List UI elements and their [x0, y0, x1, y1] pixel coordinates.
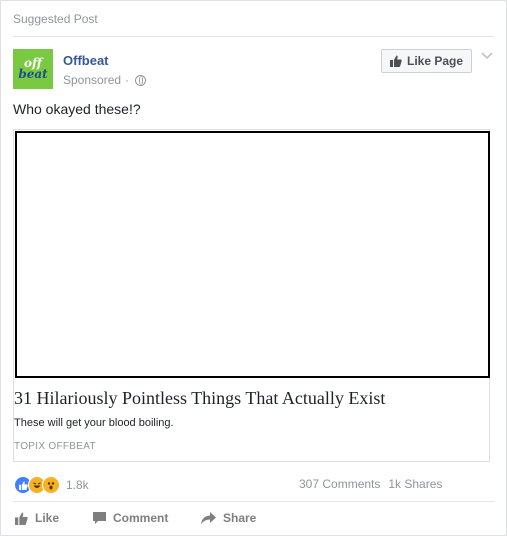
reactions-summary[interactable]: 1.8k: [14, 476, 89, 494]
post-text: Who okayed these!?: [13, 101, 141, 117]
engagement-counts: 307 Comments 1k Shares: [299, 477, 442, 491]
suggested-post-card: Suggested Post off beat Offbeat Sponsore…: [0, 0, 507, 536]
like-page-button[interactable]: Like Page: [381, 49, 473, 73]
comment-icon: [93, 511, 106, 524]
sponsored-label[interactable]: Sponsored: [63, 73, 121, 87]
link-headline[interactable]: 31 Hilariously Pointless Things That Act…: [14, 388, 385, 409]
suggested-post-label: Suggested Post: [13, 12, 98, 26]
link-preview-card[interactable]: [13, 129, 490, 462]
shares-count[interactable]: 1k Shares: [388, 477, 442, 491]
thumbs-up-icon: [390, 55, 402, 67]
globe-icon: [135, 74, 147, 86]
share-arrow-icon: [201, 511, 216, 524]
comment-label: Comment: [113, 511, 169, 525]
footer-divider: [13, 501, 494, 502]
share-label: Share: [223, 511, 257, 525]
thumbs-up-icon: [15, 512, 28, 525]
wow-reaction-icon: [42, 476, 60, 494]
page-name-link[interactable]: Offbeat: [63, 53, 109, 68]
like-page-label: Like Page: [407, 54, 464, 68]
share-button[interactable]: Share: [201, 511, 256, 525]
comment-button[interactable]: Comment: [93, 511, 168, 525]
link-description: These will get your blood boiling.: [14, 417, 174, 429]
page-avatar[interactable]: off beat: [13, 49, 53, 89]
sponsored-row: Sponsored ·: [63, 73, 147, 87]
link-domain: TOPIX OFFBEAT: [14, 441, 96, 452]
like-button[interactable]: Like: [15, 511, 59, 525]
reactions-count[interactable]: 1.8k: [66, 478, 89, 492]
separator-dot: ·: [125, 73, 130, 87]
logo-text-line2: beat: [18, 67, 48, 81]
chevron-down-icon[interactable]: [480, 51, 494, 61]
like-label: Like: [35, 511, 60, 525]
link-image[interactable]: [15, 131, 490, 378]
header-divider: [13, 36, 494, 37]
comments-count[interactable]: 307 Comments: [299, 477, 380, 491]
